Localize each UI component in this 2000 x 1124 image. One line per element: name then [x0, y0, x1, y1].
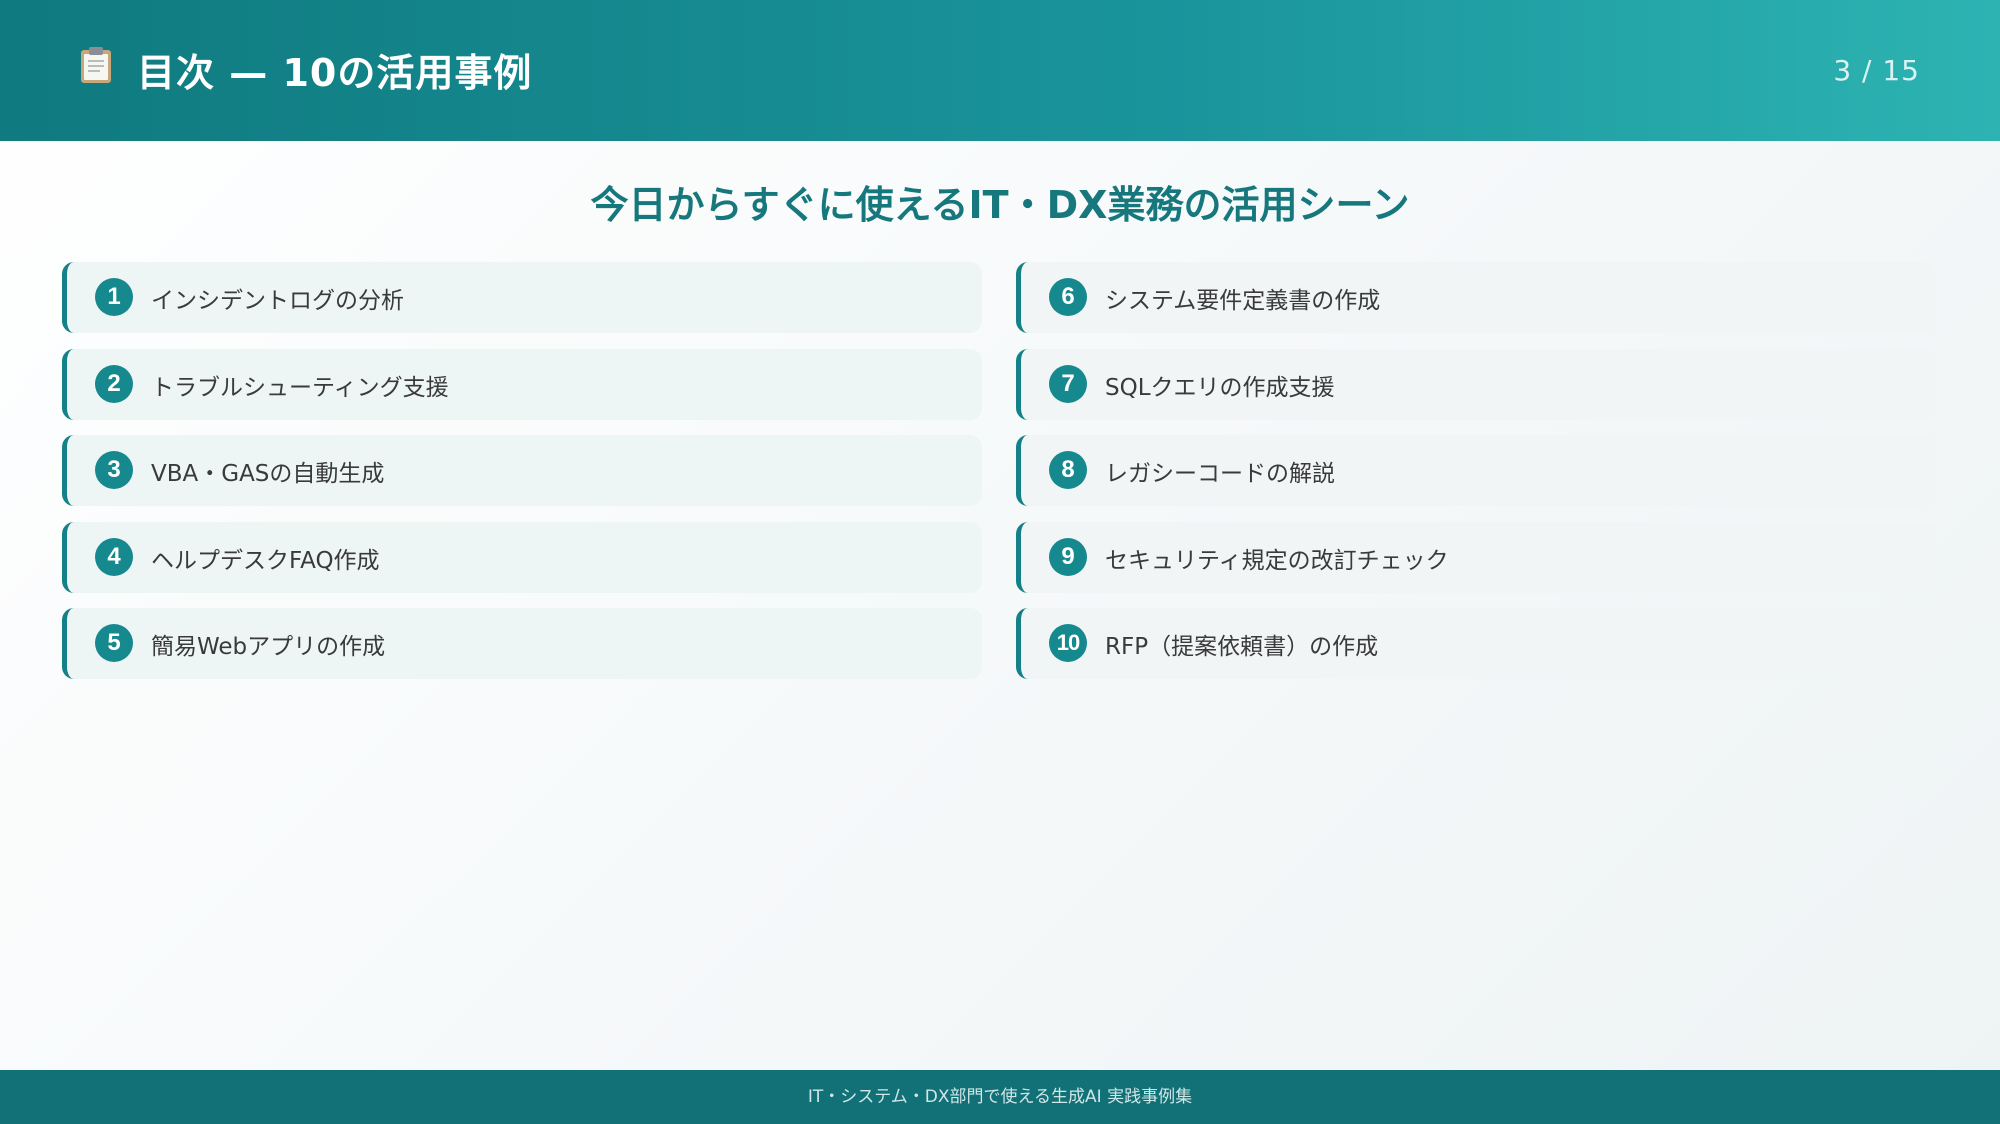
- item-number-badge: 3: [95, 451, 133, 489]
- item-number-badge: 2: [95, 365, 133, 403]
- item-label: トラブルシューティング支援: [151, 375, 449, 401]
- item-number-badge: 5: [95, 624, 133, 662]
- item-number-badge: 10: [1049, 624, 1087, 662]
- toc-item-6[interactable]: 6 システム要件定義書の作成: [1016, 262, 1936, 333]
- item-number-badge: 4: [95, 538, 133, 576]
- item-number-badge: 9: [1049, 538, 1087, 576]
- item-label: 簡易Webアプリの作成: [151, 634, 386, 660]
- toc-item-1[interactable]: 1 インシデントログの分析: [62, 262, 982, 333]
- item-label: VBA・GASの自動生成: [151, 461, 385, 487]
- item-label: RFP（提案依頼書）の作成: [1105, 634, 1379, 660]
- toc-item-8[interactable]: 8 レガシーコードの解説: [1016, 435, 1936, 506]
- item-label: インシデントログの分析: [151, 288, 404, 314]
- item-label: セキュリティ規定の改訂チェック: [1105, 548, 1449, 574]
- toc-item-4[interactable]: 4 ヘルプデスクFAQ作成: [62, 522, 982, 593]
- item-number-badge: 1: [95, 278, 133, 316]
- toc-item-3[interactable]: 3 VBA・GASの自動生成: [62, 435, 982, 506]
- item-number-badge: 6: [1049, 278, 1087, 316]
- toc-list: 1 インシデントログの分析 2 トラブルシューティング支援 3 VBA・GASの…: [0, 0, 2000, 1124]
- item-label: SQLクエリの作成支援: [1105, 375, 1335, 401]
- slide-footer: IT・システム・DX部門で使える生成AI 実践事例集: [0, 1070, 2000, 1124]
- toc-item-5[interactable]: 5 簡易Webアプリの作成: [62, 608, 982, 679]
- item-number-badge: 8: [1049, 451, 1087, 489]
- toc-item-2[interactable]: 2 トラブルシューティング支援: [62, 349, 982, 420]
- toc-item-10[interactable]: 10 RFP（提案依頼書）の作成: [1016, 608, 1936, 679]
- item-number-badge: 7: [1049, 365, 1087, 403]
- item-label: レガシーコードの解説: [1105, 461, 1335, 487]
- toc-item-9[interactable]: 9 セキュリティ規定の改訂チェック: [1016, 522, 1936, 593]
- item-label: システム要件定義書の作成: [1105, 288, 1381, 314]
- item-label: ヘルプデスクFAQ作成: [151, 548, 380, 574]
- toc-item-7[interactable]: 7 SQLクエリの作成支援: [1016, 349, 1936, 420]
